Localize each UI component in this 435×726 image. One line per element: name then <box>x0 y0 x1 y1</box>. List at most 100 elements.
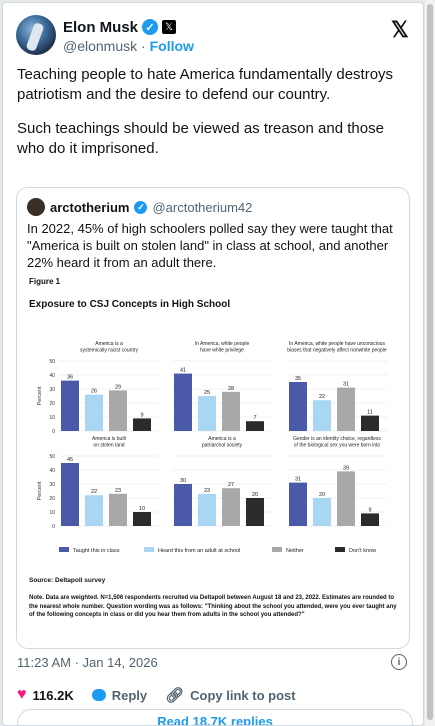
x-logo-icon[interactable]: 𝕏 <box>391 17 409 43</box>
y-tick-label: 10 <box>49 415 55 421</box>
tweet-timestamp[interactable]: 11:23 AM · Jan 14, 2026 <box>17 655 158 670</box>
tweet-paragraph: Such teachings should be viewed as treas… <box>17 120 384 157</box>
action-bar: ♥ 116.2K Reply 🔗︎ Copy link to post <box>17 686 314 704</box>
reply-icon <box>91 689 106 701</box>
author-handle-row: @elonmusk · Follow <box>63 38 194 54</box>
follow-link[interactable]: Follow <box>150 38 194 54</box>
scrollbar-thumb[interactable] <box>427 4 433 720</box>
bar-value-label: 36 <box>67 375 73 381</box>
panel-title: America is a <box>95 341 123 347</box>
y-tick-label: 50 <box>49 454 55 460</box>
bar <box>174 484 192 526</box>
tweet-paragraph: Teaching people to hate America fundamen… <box>17 66 394 103</box>
bar <box>313 400 331 431</box>
bar-value-label: 20 <box>319 492 325 498</box>
author-handle[interactable]: @elonmusk <box>63 38 137 54</box>
bar-value-label: 31 <box>295 477 301 483</box>
tweet-text: Teaching people to hate America fundamen… <box>17 65 413 173</box>
bar-value-label: 25 <box>204 390 210 396</box>
bar-value-label: 26 <box>91 389 97 395</box>
quoted-tweet-header: arctotherium ✓ @arctotherium42 <box>27 198 252 216</box>
bar <box>109 493 127 526</box>
heart-icon: ♥ <box>17 686 27 703</box>
bar-value-label: 23 <box>115 488 121 494</box>
y-axis-label: Percent <box>37 481 43 500</box>
bar-value-label: 39 <box>343 465 349 471</box>
panel-title: America is built <box>92 436 127 442</box>
bar-value-label: 20 <box>252 492 258 498</box>
quoted-verified-icon: ✓ <box>134 200 148 214</box>
legend-swatch <box>272 547 282 552</box>
bar-value-label: 30 <box>180 478 186 484</box>
quoted-tweet-text: In 2022, 45% of high schoolers polled sa… <box>27 221 393 270</box>
bar <box>246 498 264 526</box>
bar <box>337 471 355 526</box>
like-button[interactable]: ♥ 116.2K <box>17 686 74 704</box>
y-tick-label: 30 <box>49 482 55 488</box>
legend-label: Neither <box>286 548 304 554</box>
quoted-figure-image[interactable]: Figure 1 Exposure to CSJ Concepts in Hig… <box>17 276 409 648</box>
panel-title: In America, white people have unconsciou… <box>289 341 385 347</box>
bar-value-label: 7 <box>253 415 256 421</box>
bar <box>222 488 240 526</box>
legend-swatch <box>144 547 154 552</box>
figure-source: Source: Deltapoll survey <box>29 577 106 584</box>
info-icon[interactable]: i <box>391 654 407 670</box>
bar <box>133 512 151 526</box>
y-tick-label: 20 <box>49 401 55 407</box>
y-tick-label: 40 <box>49 468 55 474</box>
bar <box>361 513 379 526</box>
panel-title: biases that negatively affect nonwhite p… <box>287 348 387 354</box>
bar-value-label: 31 <box>343 382 349 388</box>
verified-badge-icon: ✓ <box>142 19 159 35</box>
y-tick-label: 50 <box>49 359 55 365</box>
author-avatar[interactable] <box>16 15 56 55</box>
bar-value-label: 45 <box>67 457 73 463</box>
quoted-tweet[interactable]: arctotherium ✓ @arctotherium42 In 2022, … <box>16 187 410 649</box>
read-replies-button[interactable]: Read 18.7K replies <box>17 709 413 725</box>
handle-separator: · <box>141 38 146 54</box>
bar <box>85 495 103 526</box>
bar-value-label: 29 <box>115 384 121 390</box>
reply-label: Reply <box>111 687 148 703</box>
bar-value-label: 22 <box>91 489 97 495</box>
bar <box>85 394 103 431</box>
bar <box>289 482 307 526</box>
y-tick-label: 40 <box>49 373 55 379</box>
legend-swatch <box>335 547 345 552</box>
bar <box>222 391 240 431</box>
link-icon: 🔗︎ <box>165 687 185 704</box>
bar-value-label: 41 <box>180 368 186 374</box>
legend-label: Taught this in class <box>73 548 120 554</box>
bar <box>289 382 307 431</box>
bar-value-label: 22 <box>319 394 325 400</box>
panel-title: systemically racist country <box>80 348 139 354</box>
legend-label: Don't know <box>349 548 376 554</box>
quoted-author-handle: @arctotherium42 <box>152 199 253 215</box>
affiliate-badge-icon: 𝕏 <box>162 20 177 34</box>
quoted-author-avatar <box>27 198 45 216</box>
scrollbar[interactable] <box>425 0 435 726</box>
y-tick-label: 30 <box>49 387 55 393</box>
tweet-card: Elon Musk ✓ 𝕏 @elonmusk · Follow 𝕏 Teach… <box>2 2 424 726</box>
bar <box>246 421 264 431</box>
figure-note: Note. Data are weighted. N=1,506 respond… <box>29 595 397 618</box>
legend-swatch <box>59 547 69 552</box>
bar <box>61 463 79 526</box>
bar <box>198 493 216 526</box>
bar-value-label: 35 <box>295 376 301 382</box>
panel-title: patriarchal society <box>202 443 243 449</box>
bar-value-label: 27 <box>228 482 234 488</box>
panel-title: of the biological sex you were born into <box>294 443 381 449</box>
bar <box>313 498 331 526</box>
reply-button[interactable]: Reply <box>91 687 148 703</box>
panel-title: Gender is an identity choice, regardless <box>293 436 381 442</box>
legend-label: Heard this from an adult at school <box>158 548 240 554</box>
author-display-name[interactable]: Elon Musk <box>63 19 138 36</box>
copy-link-button[interactable]: 🔗︎ Copy link to post <box>165 686 296 704</box>
panel-title: have white privilege <box>200 348 244 354</box>
bar-value-label: 9 <box>368 507 371 513</box>
panel-title: America is a <box>208 436 236 442</box>
bar <box>61 380 79 431</box>
bar-value-label: 9 <box>140 412 143 418</box>
